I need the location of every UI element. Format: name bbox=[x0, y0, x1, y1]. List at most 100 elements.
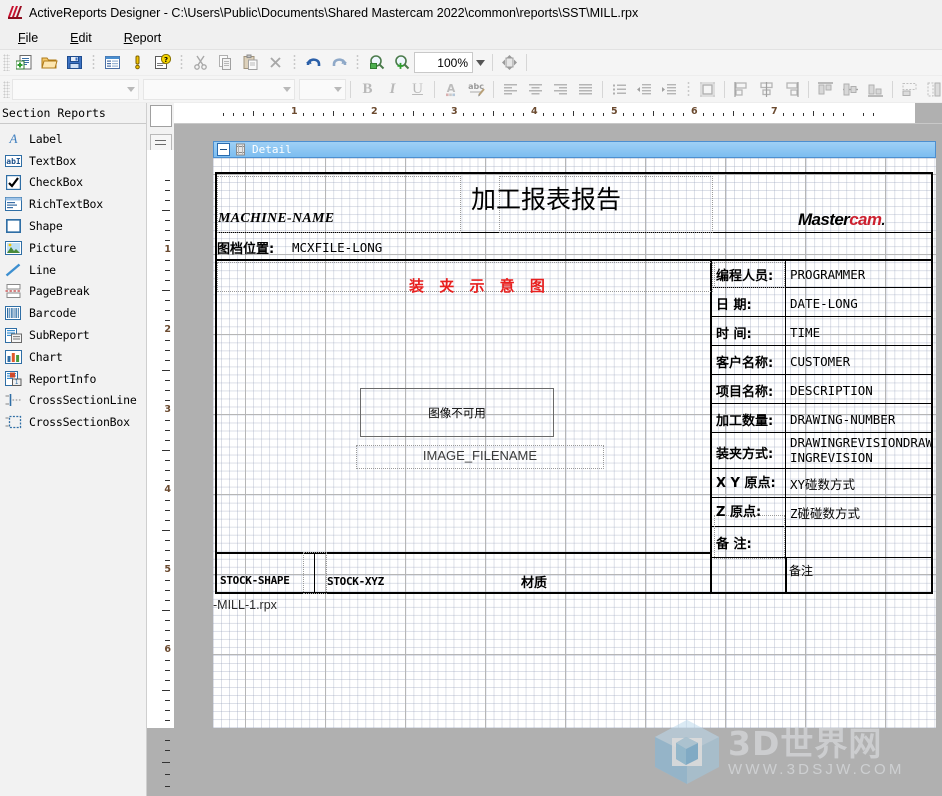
toolbox-item-chart[interactable]: Chart bbox=[0, 346, 146, 368]
info-value-6[interactable]: DRAWINGREVISIONDRAWINGREVISION bbox=[790, 435, 933, 466]
toolbox-item-line[interactable]: Line bbox=[0, 259, 146, 281]
italic-button[interactable]: I bbox=[380, 77, 405, 101]
align-controls-left-button[interactable] bbox=[729, 77, 754, 101]
info-label-8[interactable]: Z 原点: bbox=[716, 501, 761, 520]
toolbox-item-label[interactable]: A Label bbox=[0, 128, 146, 150]
align-bottoms-button[interactable] bbox=[863, 77, 888, 101]
bullet-list-button[interactable] bbox=[607, 77, 632, 101]
properties-button[interactable] bbox=[100, 51, 125, 75]
collapse-minus-icon[interactable] bbox=[217, 143, 230, 156]
chevron-down-icon[interactable] bbox=[330, 86, 345, 92]
diagram-title-label[interactable]: 装 夹 示 意 图 bbox=[409, 275, 550, 296]
fit-to-window-button[interactable] bbox=[497, 51, 522, 75]
stock-shape-field[interactable]: STOCK-SHAPE bbox=[220, 574, 290, 587]
format-toolbar-grip[interactable] bbox=[3, 80, 10, 98]
zoom-out-button[interactable] bbox=[364, 51, 389, 75]
material-label[interactable]: 材质 bbox=[521, 572, 547, 591]
align-tops-button[interactable] bbox=[813, 77, 838, 101]
align-middles-button[interactable] bbox=[838, 77, 863, 101]
underline-button[interactable]: U bbox=[405, 77, 430, 101]
font-style-combo[interactable] bbox=[143, 78, 295, 100]
info-label-5[interactable]: 加工数量: bbox=[716, 410, 773, 429]
make-same-width-button[interactable] bbox=[897, 77, 922, 101]
size-to-grid-button[interactable] bbox=[695, 77, 720, 101]
stock-xyz-field[interactable]: STOCK-XYZ bbox=[327, 575, 384, 588]
toolbox-item-reportinfo[interactable]: 1 ReportInfo bbox=[0, 368, 146, 390]
delete-button[interactable] bbox=[263, 51, 288, 75]
info-label-7[interactable]: X Y 原点: bbox=[716, 472, 776, 491]
footer-filename[interactable]: -MILL-1.rpx bbox=[213, 598, 277, 612]
info-label-9[interactable]: 备 注: bbox=[716, 533, 752, 552]
toolbox-item-richtextbox[interactable]: RichTextBox bbox=[0, 193, 146, 215]
info-value-4[interactable]: DESCRIPTION bbox=[790, 383, 873, 398]
chevron-down-icon[interactable] bbox=[279, 86, 294, 92]
report-canvas[interactable]: Detail 加工报表报告 MACHINE-NAME 图档位置: MCXFILE… bbox=[213, 141, 936, 728]
info-label-1[interactable]: 日 期: bbox=[716, 294, 752, 313]
save-button[interactable] bbox=[62, 51, 87, 75]
toolbox-item-crosssectionline[interactable]: CrossSectionLine bbox=[0, 390, 146, 412]
align-center-button[interactable] bbox=[523, 77, 548, 101]
help-question-button[interactable]: ? bbox=[150, 51, 175, 75]
file-location-value[interactable]: MCXFILE-LONG bbox=[292, 240, 382, 255]
detail-band-header[interactable]: Detail bbox=[213, 141, 936, 158]
toolbox-item-crosssectionbox[interactable]: CrossSectionBox bbox=[0, 411, 146, 433]
indent-increase-button[interactable] bbox=[657, 77, 682, 101]
align-left-button[interactable] bbox=[498, 77, 523, 101]
ruler-corner-box[interactable] bbox=[150, 105, 172, 127]
info-value-1[interactable]: DATE-LONG bbox=[790, 296, 858, 311]
font-name-combo[interactable] bbox=[12, 78, 139, 100]
align-justify-button[interactable] bbox=[573, 77, 598, 101]
image-filename-field[interactable]: IMAGE_FILENAME bbox=[358, 448, 602, 463]
font-size-combo[interactable] bbox=[299, 78, 346, 100]
toolbox-item-textbox[interactable]: abI TextBox bbox=[0, 150, 146, 172]
toolbox-item-checkbox[interactable]: CheckBox bbox=[0, 172, 146, 194]
zoom-in-button[interactable] bbox=[389, 51, 414, 75]
align-controls-center-button[interactable] bbox=[754, 77, 779, 101]
align-right-button[interactable] bbox=[548, 77, 573, 101]
align-controls-right-button[interactable] bbox=[779, 77, 804, 101]
spell-check-button[interactable]: abc bbox=[464, 77, 489, 101]
script-button[interactable] bbox=[125, 51, 150, 75]
undo-button[interactable] bbox=[301, 51, 326, 75]
toolbox-item-subreport[interactable]: SubReport bbox=[0, 324, 146, 346]
redo-button[interactable] bbox=[326, 51, 351, 75]
toolbox-item-pagebreak[interactable]: PageBreak bbox=[0, 281, 146, 303]
paste-button[interactable] bbox=[238, 51, 263, 75]
copy-button[interactable] bbox=[213, 51, 238, 75]
info-value-5[interactable]: DRAWING-NUMBER bbox=[790, 412, 895, 427]
machine-name-field[interactable]: MACHINE-NAME bbox=[218, 211, 334, 227]
detail-band-surface[interactable]: 加工报表报告 MACHINE-NAME 图档位置: MCXFILE-LONG M… bbox=[213, 158, 936, 728]
info-label-3[interactable]: 客户名称: bbox=[716, 352, 773, 371]
menu-report[interactable]: Report bbox=[118, 29, 168, 47]
toolbox-item-picture[interactable]: Picture bbox=[0, 237, 146, 259]
chevron-down-icon[interactable] bbox=[123, 86, 138, 92]
make-same-height-button[interactable] bbox=[922, 77, 942, 101]
font-color-button[interactable]: A bbox=[439, 77, 464, 101]
menu-edit[interactable]: Edit bbox=[64, 29, 98, 47]
info-value-3[interactable]: CUSTOMER bbox=[790, 354, 850, 369]
toolbar-grip[interactable] bbox=[3, 54, 10, 71]
horizontal-ruler[interactable]: 1 2 3 4 5 6 7 bbox=[174, 103, 942, 124]
chevron-down-icon[interactable] bbox=[473, 53, 488, 72]
bold-button[interactable]: B bbox=[355, 77, 380, 101]
cut-button[interactable] bbox=[188, 51, 213, 75]
report-title[interactable]: 加工报表报告 bbox=[471, 180, 621, 216]
info-value-7[interactable]: XY碰数方式 bbox=[790, 474, 855, 493]
info-value-2[interactable]: TIME bbox=[790, 325, 820, 340]
remark-label[interactable]: 备注 bbox=[789, 562, 813, 579]
toolbox-item-shape[interactable]: Shape bbox=[0, 215, 146, 237]
info-label-0[interactable]: 编程人员: bbox=[716, 265, 773, 284]
zoom-level-input[interactable]: 100% bbox=[414, 52, 473, 73]
file-location-label[interactable]: 图档位置: bbox=[217, 238, 274, 257]
open-button[interactable] bbox=[37, 51, 62, 75]
vertical-ruler[interactable]: 1 2 3 4 5 6 bbox=[147, 150, 174, 796]
info-label-2[interactable]: 时 间: bbox=[716, 323, 752, 342]
indent-decrease-button[interactable] bbox=[632, 77, 657, 101]
info-label-4[interactable]: 项目名称: bbox=[716, 381, 773, 400]
new-report-button[interactable] bbox=[12, 51, 37, 75]
toolbox-item-barcode[interactable]: Barcode bbox=[0, 302, 146, 324]
info-value-8[interactable]: Z碰碰数方式 bbox=[790, 503, 860, 522]
image-placeholder[interactable]: 图像不可用 bbox=[360, 388, 554, 437]
info-value-0[interactable]: PROGRAMMER bbox=[790, 267, 865, 282]
menu-file[interactable]: File bbox=[12, 29, 44, 47]
